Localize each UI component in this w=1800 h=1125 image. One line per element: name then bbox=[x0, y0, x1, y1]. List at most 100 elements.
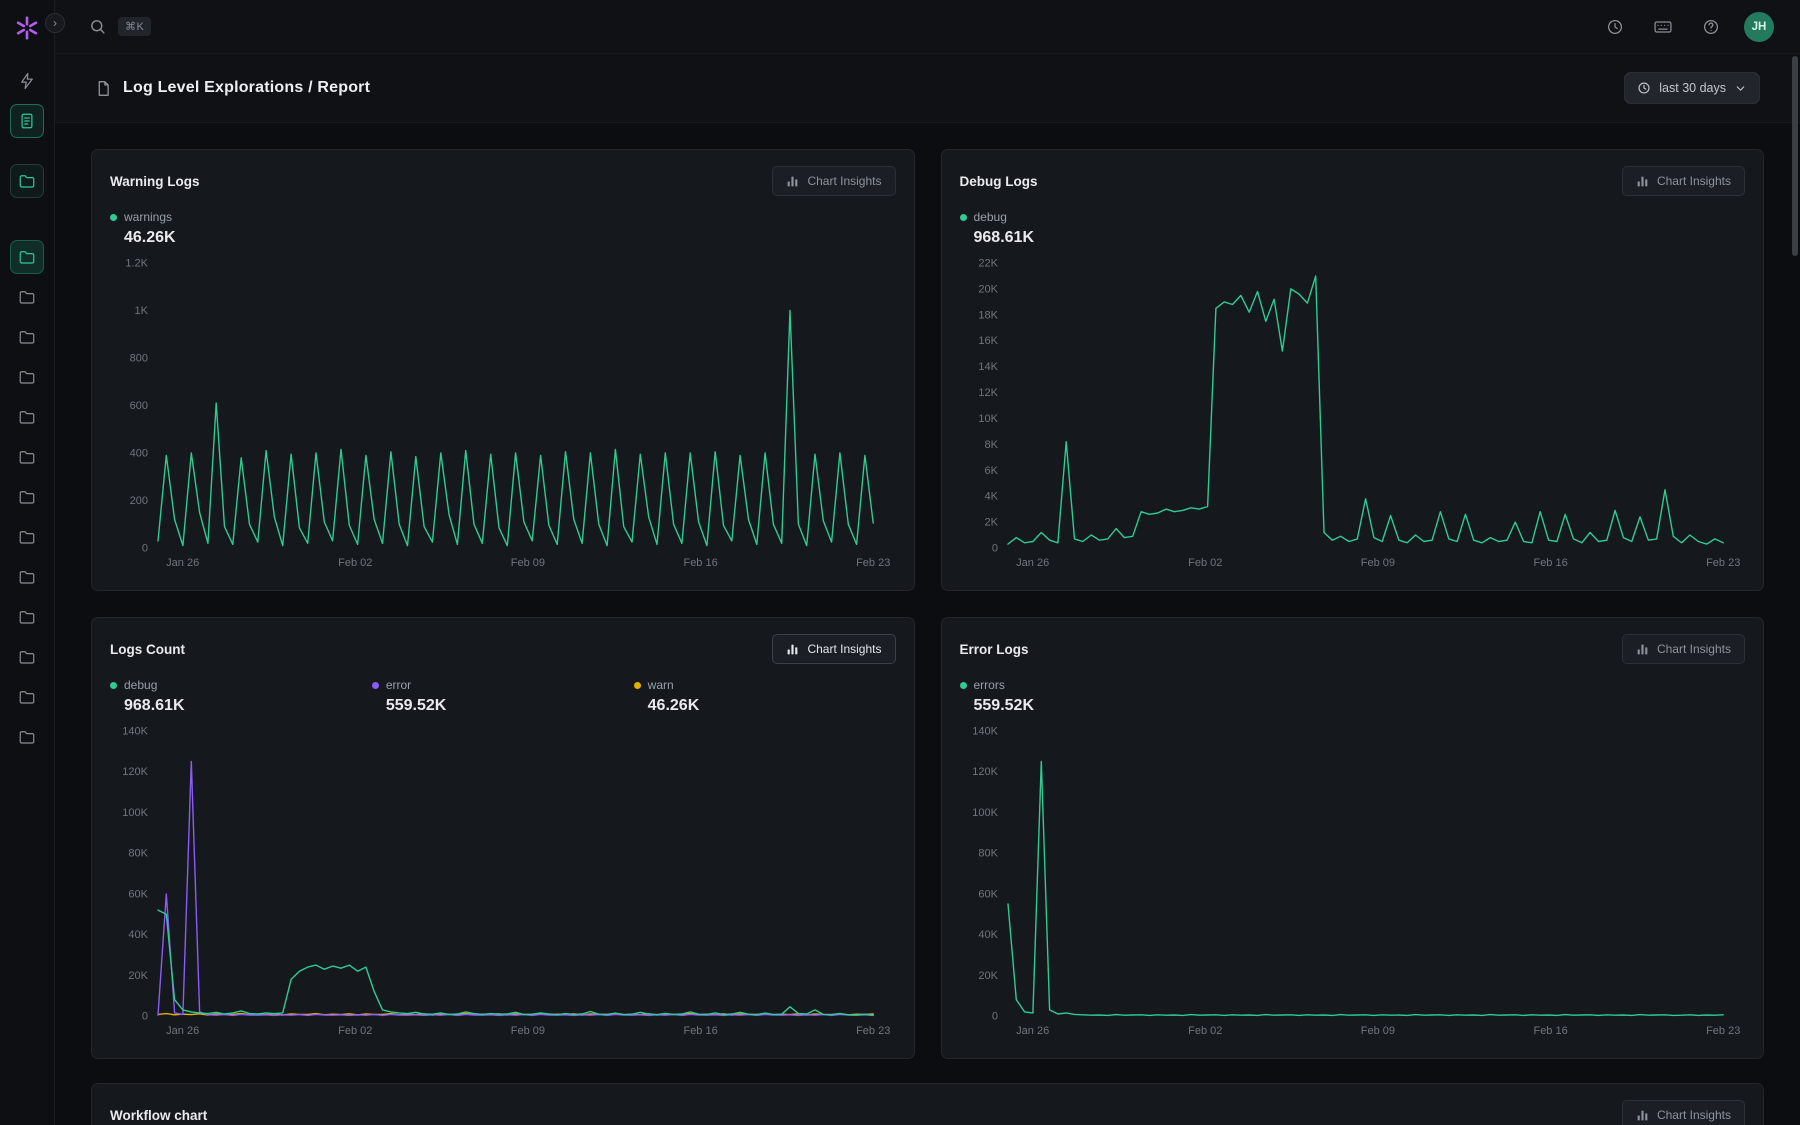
user-avatar[interactable]: JH bbox=[1744, 12, 1774, 42]
sidebar-item-folder-selected[interactable] bbox=[10, 240, 44, 274]
svg-text:Feb 23: Feb 23 bbox=[1706, 1025, 1740, 1037]
panel-error-logs: Error Logs Chart Insights errors bbox=[941, 617, 1765, 1059]
svg-text:140K: 140K bbox=[122, 726, 148, 738]
legend-value: 968.61K bbox=[960, 229, 1230, 247]
legend-name: errors bbox=[974, 678, 1005, 692]
svg-text:0: 0 bbox=[142, 543, 148, 555]
report-file-icon bbox=[95, 80, 112, 97]
legend-name: debug bbox=[124, 678, 157, 692]
time-range-selector[interactable]: last 30 days bbox=[1624, 72, 1760, 104]
chevron-down-icon bbox=[1734, 82, 1747, 95]
chart-insights-button[interactable]: Chart Insights bbox=[1622, 634, 1745, 664]
legend-value: 46.26K bbox=[110, 229, 380, 247]
legend-value: 968.61K bbox=[110, 697, 372, 715]
sidebar-item-folder[interactable] bbox=[10, 480, 44, 514]
scrollbar[interactable] bbox=[1792, 56, 1798, 256]
folder-icon bbox=[18, 248, 36, 266]
legend-debug: debug 968.61K bbox=[110, 678, 372, 715]
sidebar-item-folder[interactable] bbox=[10, 600, 44, 634]
page-title: Log Level Explorations / Report bbox=[123, 79, 370, 97]
sidebar-item-folder[interactable] bbox=[10, 360, 44, 394]
report-content: Warning Logs Chart Insights warnings bbox=[55, 123, 1800, 1125]
svg-text:60K: 60K bbox=[978, 888, 998, 900]
svg-text:Feb 02: Feb 02 bbox=[338, 557, 372, 569]
chart-insights-icon bbox=[786, 175, 799, 188]
chart-insights-label: Chart Insights bbox=[1657, 642, 1731, 656]
topbar-actions: JH bbox=[1600, 12, 1774, 42]
svg-text:8K: 8K bbox=[984, 439, 998, 451]
svg-text:18K: 18K bbox=[978, 309, 998, 321]
folder-icon bbox=[18, 368, 36, 386]
lightning-icon bbox=[18, 72, 36, 90]
svg-text:Feb 16: Feb 16 bbox=[683, 557, 717, 569]
chart-insights-button[interactable]: Chart Insights bbox=[1622, 1100, 1745, 1125]
topbar: ⌘K bbox=[55, 0, 1800, 54]
svg-text:14K: 14K bbox=[978, 361, 998, 373]
time-range-label: last 30 days bbox=[1659, 81, 1726, 95]
keyboard-icon bbox=[1653, 17, 1673, 37]
sidebar-item-folder[interactable] bbox=[10, 440, 44, 474]
sidebar-item-folder[interactable] bbox=[10, 280, 44, 314]
help-button[interactable] bbox=[1696, 12, 1726, 42]
svg-text:140K: 140K bbox=[972, 726, 998, 738]
panel-debug-logs: Debug Logs Chart Insights debug bbox=[941, 149, 1765, 591]
svg-text:80K: 80K bbox=[978, 848, 998, 860]
sidebar-item-explore[interactable] bbox=[10, 64, 44, 98]
svg-text:0: 0 bbox=[991, 1011, 997, 1023]
history-button[interactable] bbox=[1600, 12, 1630, 42]
legend-debug: debug 968.61K bbox=[960, 210, 1230, 247]
keyboard-shortcuts-button[interactable] bbox=[1648, 12, 1678, 42]
legend-name: warn bbox=[648, 678, 674, 692]
legend-warn: warn 46.26K bbox=[634, 678, 896, 715]
chart-insights-icon bbox=[1636, 1109, 1649, 1122]
folder-icon bbox=[18, 688, 36, 706]
chart-insights-label: Chart Insights bbox=[1657, 174, 1731, 188]
legend-dot bbox=[960, 682, 967, 689]
sidebar-item-folder[interactable] bbox=[10, 680, 44, 714]
chart-insights-button[interactable]: Chart Insights bbox=[772, 634, 895, 664]
legend-dot bbox=[110, 214, 117, 221]
svg-text:1K: 1K bbox=[135, 305, 149, 317]
folder-icon bbox=[18, 172, 36, 190]
svg-text:Feb 16: Feb 16 bbox=[683, 1025, 717, 1037]
clock-icon bbox=[1637, 81, 1651, 95]
history-clock-icon bbox=[1606, 18, 1624, 36]
folder-icon bbox=[18, 728, 36, 746]
sidebar-item-reports[interactable] bbox=[10, 104, 44, 138]
panel-title: Warning Logs bbox=[110, 174, 200, 189]
error-logs-chart: 020K40K60K80K100K120K140KJan 26Feb 02Feb… bbox=[960, 723, 1746, 1042]
svg-text:6K: 6K bbox=[984, 465, 998, 477]
search-bar[interactable]: ⌘K bbox=[89, 17, 151, 36]
chart-insights-button[interactable]: Chart Insights bbox=[1622, 166, 1745, 196]
svg-text:20K: 20K bbox=[978, 283, 998, 295]
report-icon bbox=[18, 112, 36, 130]
sidebar-item-folder[interactable] bbox=[10, 640, 44, 674]
sidebar-item-folder[interactable] bbox=[10, 720, 44, 754]
legend-name: debug bbox=[974, 210, 1007, 224]
search-shortcut-badge: ⌘K bbox=[118, 17, 151, 36]
svg-text:16K: 16K bbox=[978, 335, 998, 347]
legend-name: error bbox=[386, 678, 411, 692]
svg-text:Feb 23: Feb 23 bbox=[856, 557, 890, 569]
chart-insights-icon bbox=[786, 643, 799, 656]
folder-icon bbox=[18, 288, 36, 306]
chart-insights-label: Chart Insights bbox=[807, 174, 881, 188]
svg-text:10K: 10K bbox=[978, 413, 998, 425]
sidebar-item-folder[interactable] bbox=[10, 320, 44, 354]
folder-icon bbox=[18, 648, 36, 666]
svg-text:Jan 26: Jan 26 bbox=[1016, 1025, 1049, 1037]
sidebar-item-folder[interactable] bbox=[10, 520, 44, 554]
panel-title: Error Logs bbox=[960, 642, 1029, 657]
sidebar-item-folder[interactable] bbox=[10, 400, 44, 434]
panel-logs-count: Logs Count Chart Insights debug bbox=[91, 617, 915, 1059]
panel-title: Debug Logs bbox=[960, 174, 1038, 189]
chart-insights-button[interactable]: Chart Insights bbox=[772, 166, 895, 196]
svg-text:2K: 2K bbox=[984, 517, 998, 529]
sidebar bbox=[0, 0, 55, 1125]
sidebar-item-folder-active[interactable] bbox=[10, 164, 44, 198]
app-logo[interactable] bbox=[13, 14, 41, 42]
sidebar-item-folder[interactable] bbox=[10, 560, 44, 594]
sidebar-collapse-button[interactable]: › bbox=[45, 13, 65, 33]
svg-text:Feb 09: Feb 09 bbox=[1360, 557, 1394, 569]
debug-logs-chart: 02K4K6K8K10K12K14K16K18K20K22KJan 26Feb … bbox=[960, 255, 1746, 574]
